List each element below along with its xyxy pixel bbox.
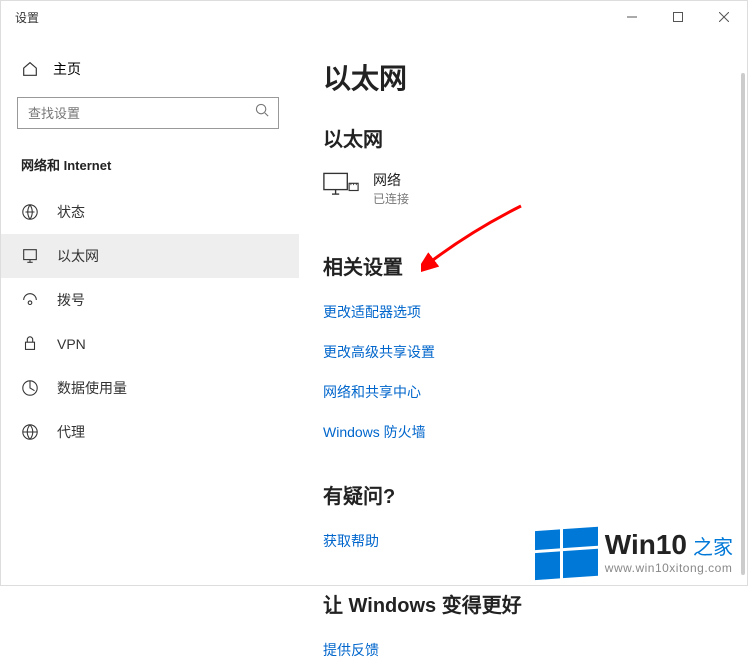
sidebar-item-dialup[interactable]: 拨号: [17, 278, 299, 322]
question-title: 有疑问?: [323, 480, 727, 509]
watermark-sub: 之家: [693, 531, 733, 560]
close-button[interactable]: [701, 1, 747, 33]
search-icon: [255, 103, 270, 123]
data-icon: [21, 379, 39, 397]
network-name: 网络: [373, 170, 409, 190]
home-link[interactable]: 主页: [17, 51, 299, 97]
related-settings-title: 相关设置: [323, 251, 727, 280]
sidebar-item-label: VPN: [57, 336, 86, 352]
improve-title: 让 Windows 变得更好: [323, 589, 727, 618]
sidebar-item-ethernet[interactable]: 以太网: [1, 234, 299, 278]
link-advanced-sharing[interactable]: 更改高级共享设置: [323, 332, 727, 372]
page-title: 以太网: [323, 57, 727, 97]
network-status: 已连接: [373, 190, 409, 207]
windows-logo-icon: [535, 527, 595, 577]
sidebar-item-label: 数据使用量: [57, 378, 127, 398]
sidebar: 主页 网络和 Internet 状态 以太网 拨号 VPN 数据使用量: [1, 33, 299, 585]
window-title: 设置: [15, 9, 39, 26]
status-icon: [21, 203, 39, 221]
link-sharing-center[interactable]: 网络和共享中心: [323, 372, 727, 412]
link-feedback[interactable]: 提供反馈: [323, 630, 727, 670]
main-panel: 以太网 以太网 网络 已连接 相关设置 更改适配器选项 更改高级共享设置 网络和…: [299, 33, 747, 585]
dialup-icon: [21, 291, 39, 309]
monitor-icon: [323, 172, 359, 205]
link-adapter-options[interactable]: 更改适配器选项: [323, 292, 727, 332]
home-icon: [21, 60, 39, 78]
sidebar-item-label: 拨号: [57, 290, 85, 310]
sidebar-item-proxy[interactable]: 代理: [17, 410, 299, 454]
link-firewall[interactable]: Windows 防火墙: [323, 412, 727, 452]
search-input[interactable]: [28, 106, 255, 121]
ethernet-icon: [21, 247, 39, 265]
scrollbar[interactable]: [741, 73, 745, 575]
watermark-url: www.win10xitong.com: [605, 561, 733, 575]
sidebar-item-label: 状态: [57, 202, 85, 222]
home-label: 主页: [53, 59, 81, 79]
search-box[interactable]: [17, 97, 279, 129]
maximize-button[interactable]: [655, 1, 701, 33]
network-item[interactable]: 网络 已连接: [323, 170, 727, 207]
window-controls: [609, 1, 747, 33]
sidebar-item-label: 以太网: [57, 246, 99, 266]
sub-title: 以太网: [323, 123, 727, 152]
watermark-main: Win10: [605, 529, 687, 561]
sidebar-item-datausage[interactable]: 数据使用量: [17, 366, 299, 410]
minimize-button[interactable]: [609, 1, 655, 33]
sidebar-item-vpn[interactable]: VPN: [17, 322, 299, 366]
sidebar-item-status[interactable]: 状态: [17, 190, 299, 234]
vpn-icon: [21, 335, 39, 353]
sidebar-section-title: 网络和 Internet: [17, 151, 299, 190]
proxy-icon: [21, 423, 39, 441]
watermark: Win10 之家 www.win10xitong.com: [535, 529, 733, 575]
sidebar-item-label: 代理: [57, 422, 85, 442]
